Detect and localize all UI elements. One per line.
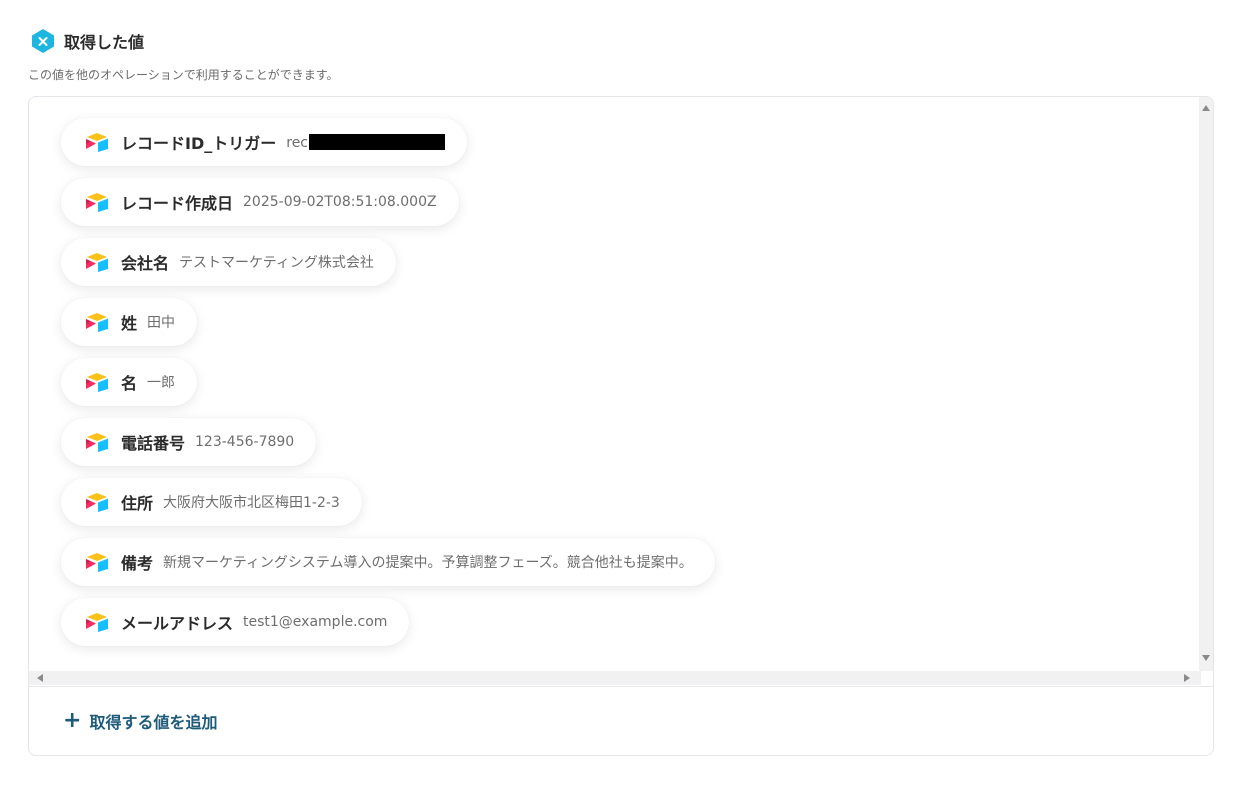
pill-value-text: 大阪府大阪市北区梅田1-2-3	[163, 495, 340, 511]
pill-label: 名	[121, 374, 138, 393]
header: 取得した値	[30, 28, 144, 54]
pill-value-text: 新規マーケティングシステム導入の提案中。予算調整フェーズ。競合他社も提案中。	[163, 555, 693, 571]
pill-label: 電話番号	[121, 434, 186, 453]
value-pill[interactable]: 会社名 テストマーケティング株式会社	[61, 238, 396, 286]
add-value-button[interactable]: + 取得する値を追加	[63, 709, 217, 733]
vertical-scrollbar[interactable]	[1199, 97, 1213, 671]
pill-value: 田中	[147, 312, 175, 332]
horizontal-scrollbar[interactable]	[29, 671, 1201, 685]
airtable-icon	[86, 373, 108, 392]
pill-value: 新規マーケティングシステム導入の提案中。予算調整フェーズ。競合他社も提案中。	[163, 552, 693, 572]
airtable-icon	[86, 253, 108, 272]
pill-label: レコード作成日	[121, 194, 234, 213]
pill-value-text: rec	[286, 134, 309, 151]
value-pill[interactable]: 姓田中	[61, 298, 198, 346]
pill-value-text: 123-456-7890	[195, 434, 295, 450]
pill-label: 備考	[121, 554, 154, 573]
values-panel: レコードID_トリガー rec レコード作成日 2025-09-02T08:51:08…	[28, 96, 1214, 756]
section-subtitle: この値を他のオペレーションで利用することができます。	[28, 68, 339, 82]
pill-label: レコードID_トリガー	[121, 134, 277, 153]
pill-value: 一郎	[147, 372, 175, 392]
pill-label: 姓	[121, 314, 138, 333]
airtable-icon	[86, 493, 108, 512]
x-hexagon-icon	[32, 29, 54, 53]
redacted-block	[309, 133, 446, 150]
airtable-icon	[86, 613, 108, 632]
value-pill[interactable]: 備考 新規マーケティングシステム導入の提案中。予算調整フェーズ。競合他社も提案中。	[61, 538, 715, 586]
pill-label: 会社名	[121, 254, 170, 273]
value-pill[interactable]: レコード作成日 2025-09-02T08:51:08.000Z	[61, 178, 459, 226]
pill-value: test1@example.com	[243, 614, 387, 630]
pill-value: 大阪府大阪市北区梅田1-2-3	[163, 492, 340, 512]
section-title: 取得した値	[64, 33, 145, 52]
scroll-left-arrow-icon[interactable]	[37, 674, 43, 682]
airtable-icon	[86, 313, 108, 332]
add-value-label: 取得する値を追加	[89, 713, 218, 732]
value-pill[interactable]: レコードID_トリガー rec	[61, 118, 468, 166]
values-list: レコードID_トリガー rec レコード作成日 2025-09-02T08:51:08…	[29, 97, 1201, 671]
pill-value-text: 一郎	[147, 375, 176, 391]
airtable-icon	[86, 553, 108, 572]
airtable-icon	[86, 433, 108, 452]
airtable-icon	[86, 193, 108, 212]
pill-value: 123-456-7890	[195, 434, 294, 450]
panel-footer: + 取得する値を追加	[29, 686, 1213, 755]
airtable-icon	[86, 133, 108, 152]
plus-icon: +	[63, 708, 82, 733]
scroll-down-arrow-icon[interactable]	[1202, 655, 1210, 661]
pill-value: テストマーケティング株式会社	[179, 252, 374, 272]
scroll-right-arrow-icon[interactable]	[1184, 674, 1190, 682]
scroll-up-arrow-icon[interactable]	[1202, 105, 1210, 111]
pill-value: 2025-09-02T08:51:08.000Z	[243, 194, 437, 210]
pill-value-text: 2025-09-02T08:51:08.000Z	[243, 194, 437, 210]
value-pill[interactable]: 電話番号 123-456-7890	[61, 418, 317, 466]
pill-value-text: test1@example.com	[243, 614, 388, 630]
pill-value-text: 田中	[147, 315, 176, 331]
pill-value: rec	[286, 133, 446, 151]
value-pill[interactable]: メールアドレス test1@example.com	[61, 598, 410, 646]
pill-label: メールアドレス	[121, 614, 234, 633]
value-pill[interactable]: 住所 大阪府大阪市北区梅田1-2-3	[61, 478, 362, 526]
pill-label: 住所	[121, 494, 154, 513]
value-pill[interactable]: 名一郎	[61, 358, 198, 406]
pill-value-text: テストマーケティング株式会社	[179, 255, 374, 271]
